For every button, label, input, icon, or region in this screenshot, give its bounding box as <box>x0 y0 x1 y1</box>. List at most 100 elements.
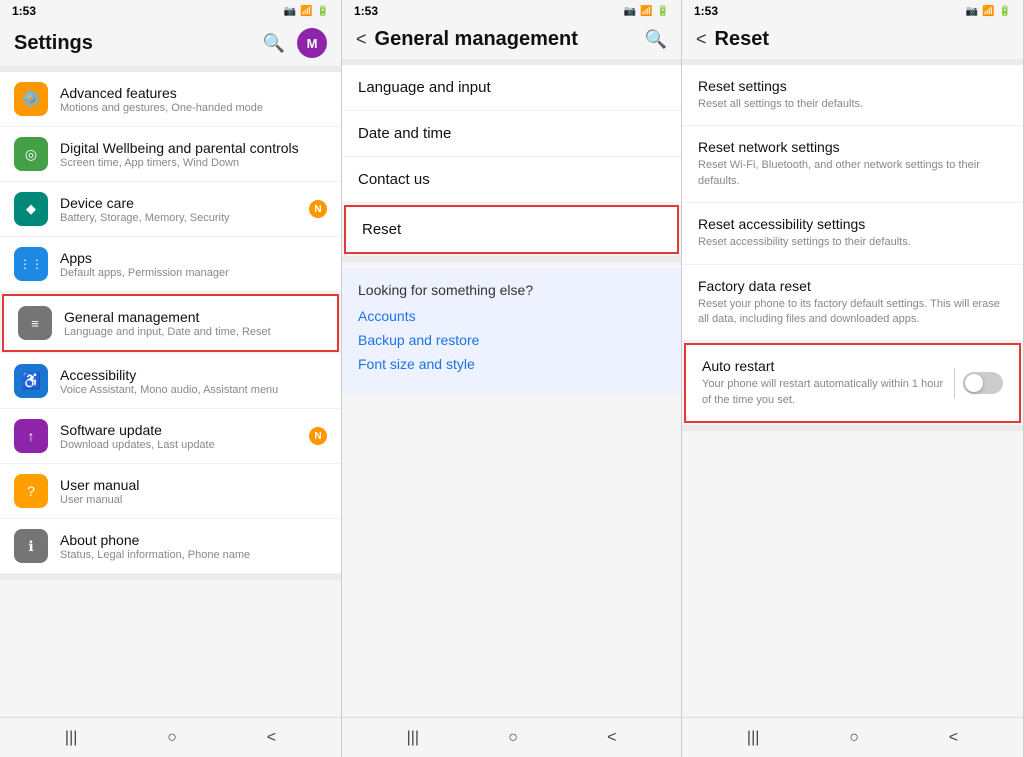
wellbeing-sub: Screen time, App timers, Wind Down <box>60 157 299 169</box>
apps-sub: Default apps, Permission manager <box>60 267 229 279</box>
gm-title-row: < General management <box>356 28 578 51</box>
gm-search-icon[interactable]: 🔍 <box>645 29 667 50</box>
camera-icon-3: 📷 <box>966 6 978 17</box>
toggle-area <box>946 368 1003 398</box>
time-3: 1:53 <box>694 4 718 18</box>
reset-item-settings[interactable]: Reset settings Reset all settings to the… <box>682 65 1023 126</box>
device-care-title: Device care <box>60 195 230 211</box>
toggle-separator <box>954 368 955 398</box>
gm-item-date-time[interactable]: Date and time <box>342 111 681 157</box>
gm-link-font[interactable]: Font size and style <box>358 356 665 372</box>
gm-back-button[interactable]: < <box>356 29 367 50</box>
reset-settings-title: Reset settings <box>698 78 1007 94</box>
apps-icon: ⋮⋮ <box>14 247 48 281</box>
gm-top-bar: < General management 🔍 <box>342 22 681 59</box>
status-bar-1: 1:53 📷 📶 🔋 <box>0 0 341 22</box>
device-care-text: Device care Battery, Storage, Memory, Se… <box>60 195 230 224</box>
about-phone-icon: ℹ <box>14 529 48 563</box>
nav-home-icon-2[interactable]: ○ <box>508 729 518 747</box>
nav-menu-icon-1[interactable]: ||| <box>65 729 77 747</box>
reset-settings-list: Reset settings Reset all settings to the… <box>682 59 1023 717</box>
wellbeing-text: Digital Wellbeing and parental controls … <box>60 140 299 169</box>
gm-looking-title: Looking for something else? <box>358 282 665 298</box>
status-bar-2: 1:53 📷 📶 🔋 <box>342 0 681 22</box>
general-mgmt-sub: Language and input, Date and time, Reset <box>64 326 271 338</box>
nav-home-icon-1[interactable]: ○ <box>167 729 177 747</box>
user-manual-text: User manual User manual <box>60 477 139 506</box>
about-phone-text: About phone Status, Legal information, P… <box>60 532 250 561</box>
settings-item-wellbeing[interactable]: ◎ Digital Wellbeing and parental control… <box>0 127 341 182</box>
gm-title: General management <box>375 28 578 51</box>
battery-icon-3: 🔋 <box>999 6 1011 17</box>
settings-item-about-phone[interactable]: ℹ About phone Status, Legal information,… <box>0 519 341 574</box>
nav-back-icon-3[interactable]: < <box>949 729 958 747</box>
nav-back-icon-1[interactable]: < <box>267 729 276 747</box>
software-update-text: Software update Download updates, Last u… <box>60 422 215 451</box>
device-care-sub: Battery, Storage, Memory, Security <box>60 212 230 224</box>
reset-factory-title: Factory data reset <box>698 278 1007 294</box>
settings-item-advanced[interactable]: ⚙️ Advanced features Motions and gesture… <box>0 72 341 127</box>
advanced-text: Advanced features Motions and gestures, … <box>60 85 263 114</box>
gm-link-accounts[interactable]: Accounts <box>358 308 665 324</box>
gm-settings-list: Language and input Date and time Contact… <box>342 59 681 717</box>
settings-item-accessibility[interactable]: ♿ Accessibility Voice Assistant, Mono au… <box>0 354 341 409</box>
nav-home-icon-3[interactable]: ○ <box>849 729 859 747</box>
battery-icon: 🔋 <box>317 6 329 17</box>
reset-network-sub: Reset Wi-Fi, Bluetooth, and other networ… <box>698 158 1007 189</box>
gm-item-language[interactable]: Language and input <box>342 65 681 111</box>
general-mgmt-icon: ≡ <box>18 306 52 340</box>
device-care-icon: ◆ <box>14 192 48 226</box>
divider-reset-bottom <box>682 425 1023 431</box>
reset-settings-sub: Reset all settings to their defaults. <box>698 97 1007 112</box>
settings-item-general-mgmt[interactable]: ≡ General management Language and input,… <box>2 294 339 352</box>
auto-restart-toggle[interactable] <box>963 372 1003 394</box>
reset-network-title: Reset network settings <box>698 139 1007 155</box>
signal-icon-3: 📶 <box>982 6 994 17</box>
general-mgmt-text: General management Language and input, D… <box>64 309 271 338</box>
wellbeing-title: Digital Wellbeing and parental controls <box>60 140 299 156</box>
apps-title: Apps <box>60 250 229 266</box>
auto-restart-sub: Your phone will restart automatically wi… <box>702 377 946 408</box>
panel-reset: 1:53 📷 📶 🔋 < Reset Reset settings Reset … <box>682 0 1024 757</box>
avatar[interactable]: M <box>297 28 327 58</box>
nav-menu-icon-3[interactable]: ||| <box>747 729 759 747</box>
divider-bottom-1 <box>0 574 341 580</box>
about-phone-title: About phone <box>60 532 250 548</box>
camera-icon-2: 📷 <box>624 6 636 17</box>
user-manual-icon: ? <box>14 474 48 508</box>
camera-icon: 📷 <box>284 6 296 17</box>
settings-top-bar: Settings 🔍 M <box>0 22 341 66</box>
reset-item-auto-restart[interactable]: Auto restart Your phone will restart aut… <box>684 343 1021 423</box>
reset-item-factory[interactable]: Factory data reset Reset your phone to i… <box>682 265 1023 342</box>
gm-item-contact-us[interactable]: Contact us <box>342 157 681 203</box>
gm-item-reset[interactable]: Reset <box>344 205 679 254</box>
status-icons-3: 📷 📶 🔋 <box>966 6 1011 17</box>
apps-text: Apps Default apps, Permission manager <box>60 250 229 279</box>
reset-accessibility-sub: Reset accessibility settings to their de… <box>698 235 1007 250</box>
settings-item-software-update[interactable]: ↑ Software update Download updates, Last… <box>0 409 341 464</box>
gm-link-backup[interactable]: Backup and restore <box>358 332 665 348</box>
device-care-badge: N <box>309 200 327 218</box>
advanced-sub: Motions and gestures, One-handed mode <box>60 102 263 114</box>
settings-item-apps[interactable]: ⋮⋮ Apps Default apps, Permission manager <box>0 237 341 292</box>
settings-item-user-manual[interactable]: ? User manual User manual <box>0 464 341 519</box>
signal-icon: 📶 <box>300 6 312 17</box>
bottom-nav-2: ||| ○ < <box>342 717 681 757</box>
reset-item-network[interactable]: Reset network settings Reset Wi-Fi, Blue… <box>682 126 1023 203</box>
software-update-sub: Download updates, Last update <box>60 439 215 451</box>
settings-item-device-care[interactable]: ◆ Device care Battery, Storage, Memory, … <box>0 182 341 237</box>
time-2: 1:53 <box>354 4 378 18</box>
nav-back-icon-2[interactable]: < <box>607 729 616 747</box>
software-update-icon: ↑ <box>14 419 48 453</box>
reset-back-button[interactable]: < <box>696 29 707 50</box>
settings-list: ⚙️ Advanced features Motions and gesture… <box>0 66 341 717</box>
software-update-badge: N <box>309 427 327 445</box>
reset-accessibility-title: Reset accessibility settings <box>698 216 1007 232</box>
search-icon[interactable]: 🔍 <box>263 33 285 54</box>
nav-menu-icon-2[interactable]: ||| <box>407 729 419 747</box>
reset-top-bar: < Reset <box>682 22 1023 59</box>
reset-item-accessibility[interactable]: Reset accessibility settings Reset acces… <box>682 203 1023 264</box>
general-mgmt-title: General management <box>64 309 271 325</box>
accessibility-sub: Voice Assistant, Mono audio, Assistant m… <box>60 384 278 396</box>
wellbeing-icon: ◎ <box>14 137 48 171</box>
